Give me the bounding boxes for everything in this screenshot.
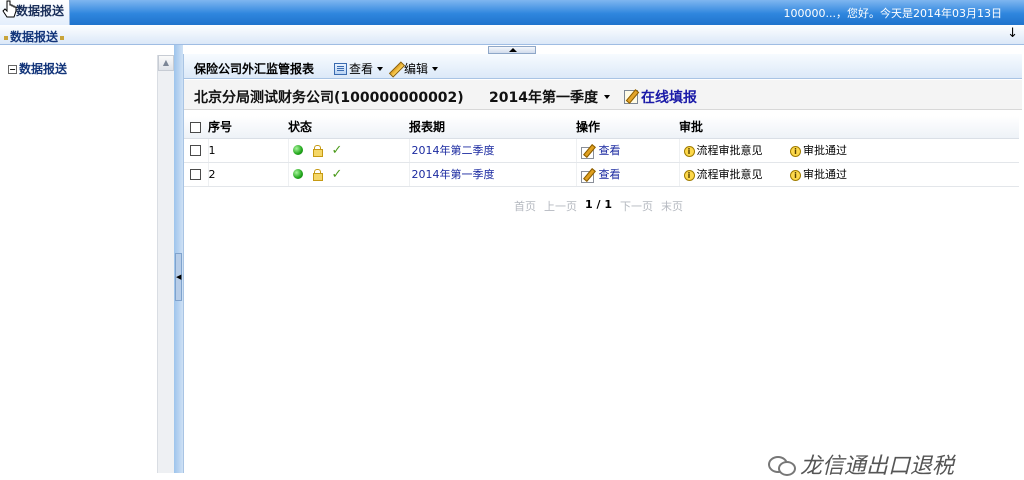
- chevron-down-icon: [603, 95, 610, 99]
- row-view-link[interactable]: 查看: [599, 144, 621, 157]
- select-all-checkbox[interactable]: [190, 121, 201, 133]
- watermark: 龙信通出口退税: [768, 448, 954, 480]
- greeting-text: 100000...，您好。今天是2014年03月13日: [783, 7, 1002, 20]
- status-dot-icon: [292, 145, 303, 155]
- view-menu-label: 查看: [349, 62, 374, 76]
- approval-pass-label: 审批通过: [803, 144, 847, 157]
- pager-next[interactable]: 下一页: [620, 198, 653, 214]
- view-menu-button[interactable]: 查看: [334, 60, 384, 77]
- company-name: 北京分局测试财务公司(100000000002): [194, 90, 464, 106]
- edit-icon: [580, 169, 595, 183]
- report-title: 保险公司外汇监管报表: [194, 62, 315, 76]
- status-dot-icon: [292, 169, 303, 179]
- cursor-icon: [2, 0, 17, 18]
- check-icon: ✓: [331, 142, 343, 158]
- row-checkbox[interactable]: [190, 145, 201, 156]
- lock-icon: [312, 169, 323, 181]
- header-action: 操作: [576, 116, 679, 139]
- row-action: 查看: [576, 162, 680, 187]
- table-row: 1 ✓ 2014年第二季度 查看 i 流程审批意见 i 审批通过: [184, 138, 1019, 163]
- sub-header-bar: 数据报送 ↓: [0, 25, 1024, 45]
- row-period: 2014年第二季度: [409, 138, 577, 163]
- left-sidebar: − 数据报送 ▲: [0, 45, 174, 473]
- approval-opinion-label: 流程审批意见: [696, 144, 763, 157]
- approval-opinion-link[interactable]: i 流程审批意见: [683, 144, 763, 157]
- info-icon: i: [790, 169, 801, 181]
- row-status: ✓: [288, 138, 410, 163]
- tree-item-label: 数据报送: [19, 62, 68, 76]
- pagination: 首页 上一页 1 / 1 下一页 末页: [514, 198, 683, 214]
- panel-splitter[interactable]: ◀: [174, 45, 183, 473]
- edit-icon: [580, 145, 595, 159]
- lock-icon: [312, 145, 323, 157]
- main-panel: 保险公司外汇监管报表 查看 编辑 北京分局测试财务公司(100000000002…: [183, 54, 1024, 473]
- row-period: 2014年第一季度: [409, 162, 577, 187]
- pager-prev[interactable]: 上一页: [544, 198, 577, 214]
- online-fill-link[interactable]: 在线填报: [624, 87, 697, 107]
- view-icon: [334, 62, 347, 75]
- header-select-all[interactable]: [184, 116, 208, 139]
- collapse-left-icon[interactable]: ◀: [175, 253, 182, 301]
- header-status: 状态: [288, 116, 409, 139]
- scroll-up-icon[interactable]: ▲: [158, 55, 174, 71]
- info-icon: i: [683, 145, 695, 157]
- info-icon: i: [790, 145, 801, 157]
- period-select-value: 2014年第一季度: [489, 90, 598, 106]
- pager-first[interactable]: 首页: [514, 198, 536, 214]
- row-select-cell: [184, 138, 209, 163]
- watermark-text: 龙信通出口退税: [800, 454, 955, 479]
- edit-menu-button[interactable]: 编辑: [388, 60, 439, 77]
- header-approval: 审批: [679, 116, 1019, 139]
- tree-item-data-report[interactable]: − 数据报送: [8, 60, 67, 77]
- chevron-down-icon: [377, 66, 384, 71]
- check-icon: ✓: [331, 166, 343, 182]
- pager-last[interactable]: 末页: [661, 198, 683, 214]
- note-edit-icon: [624, 90, 638, 104]
- header-period: 报表期: [409, 116, 576, 139]
- top-bar: 数据报送 100000...，您好。今天是2014年03月13日: [0, 0, 1024, 25]
- tree-collapse-icon[interactable]: −: [8, 65, 17, 74]
- info-bar: 北京分局测试财务公司(100000000002) 2014年第一季度 在线填报: [184, 80, 1022, 110]
- table-row: 2 ✓ 2014年第一季度 查看 i 流程审批意见 i 审批通过: [184, 162, 1019, 187]
- approval-pass-link[interactable]: i 审批通过: [790, 144, 847, 157]
- row-period-link[interactable]: 2014年第二季度: [412, 144, 495, 157]
- row-select-cell: [184, 162, 209, 187]
- toolbar: 保险公司外汇监管报表 查看 编辑: [184, 54, 1022, 79]
- approval-opinion-label: 流程审批意见: [696, 168, 763, 181]
- pencil-icon: [388, 62, 402, 76]
- row-view-link[interactable]: 查看: [599, 168, 621, 181]
- top-tab-label: 数据报送: [16, 4, 65, 18]
- row-approval: i 流程审批意见 i 审批通过: [679, 138, 1019, 163]
- report-table: 序号 状态 报表期 操作 审批 1 ✓ 2014年第二季度 查看 i 流程审批意见: [184, 116, 1019, 187]
- row-period-link[interactable]: 2014年第一季度: [412, 168, 495, 181]
- row-checkbox[interactable]: [190, 169, 201, 180]
- pager-current: 1 / 1: [585, 198, 612, 211]
- sidebar-scrollbar[interactable]: ▲: [157, 55, 174, 473]
- table-header-row: 序号 状态 报表期 操作 审批: [184, 116, 1019, 139]
- down-arrow-icon[interactable]: ↓: [1007, 26, 1018, 41]
- online-fill-label: 在线填报: [641, 90, 697, 106]
- row-index: 2: [208, 162, 289, 187]
- approval-opinion-link[interactable]: i 流程审批意见: [683, 168, 763, 181]
- row-action: 查看: [576, 138, 680, 163]
- row-index: 1: [208, 138, 289, 163]
- approval-pass-link[interactable]: i 审批通过: [790, 168, 847, 181]
- module-title: 数据报送: [4, 28, 64, 45]
- chevron-down-icon: [432, 66, 439, 71]
- row-status: ✓: [288, 162, 410, 187]
- edit-menu-label: 编辑: [404, 62, 429, 76]
- sidebar-top-strip: [0, 45, 174, 55]
- row-approval: i 流程审批意见 i 审批通过: [679, 162, 1019, 187]
- header-index: 序号: [208, 116, 288, 139]
- period-select[interactable]: 2014年第一季度: [489, 87, 610, 107]
- collapse-top-icon[interactable]: [488, 46, 536, 54]
- approval-pass-label: 审批通过: [803, 168, 847, 181]
- wechat-icon: [768, 454, 796, 476]
- info-icon: i: [683, 169, 695, 181]
